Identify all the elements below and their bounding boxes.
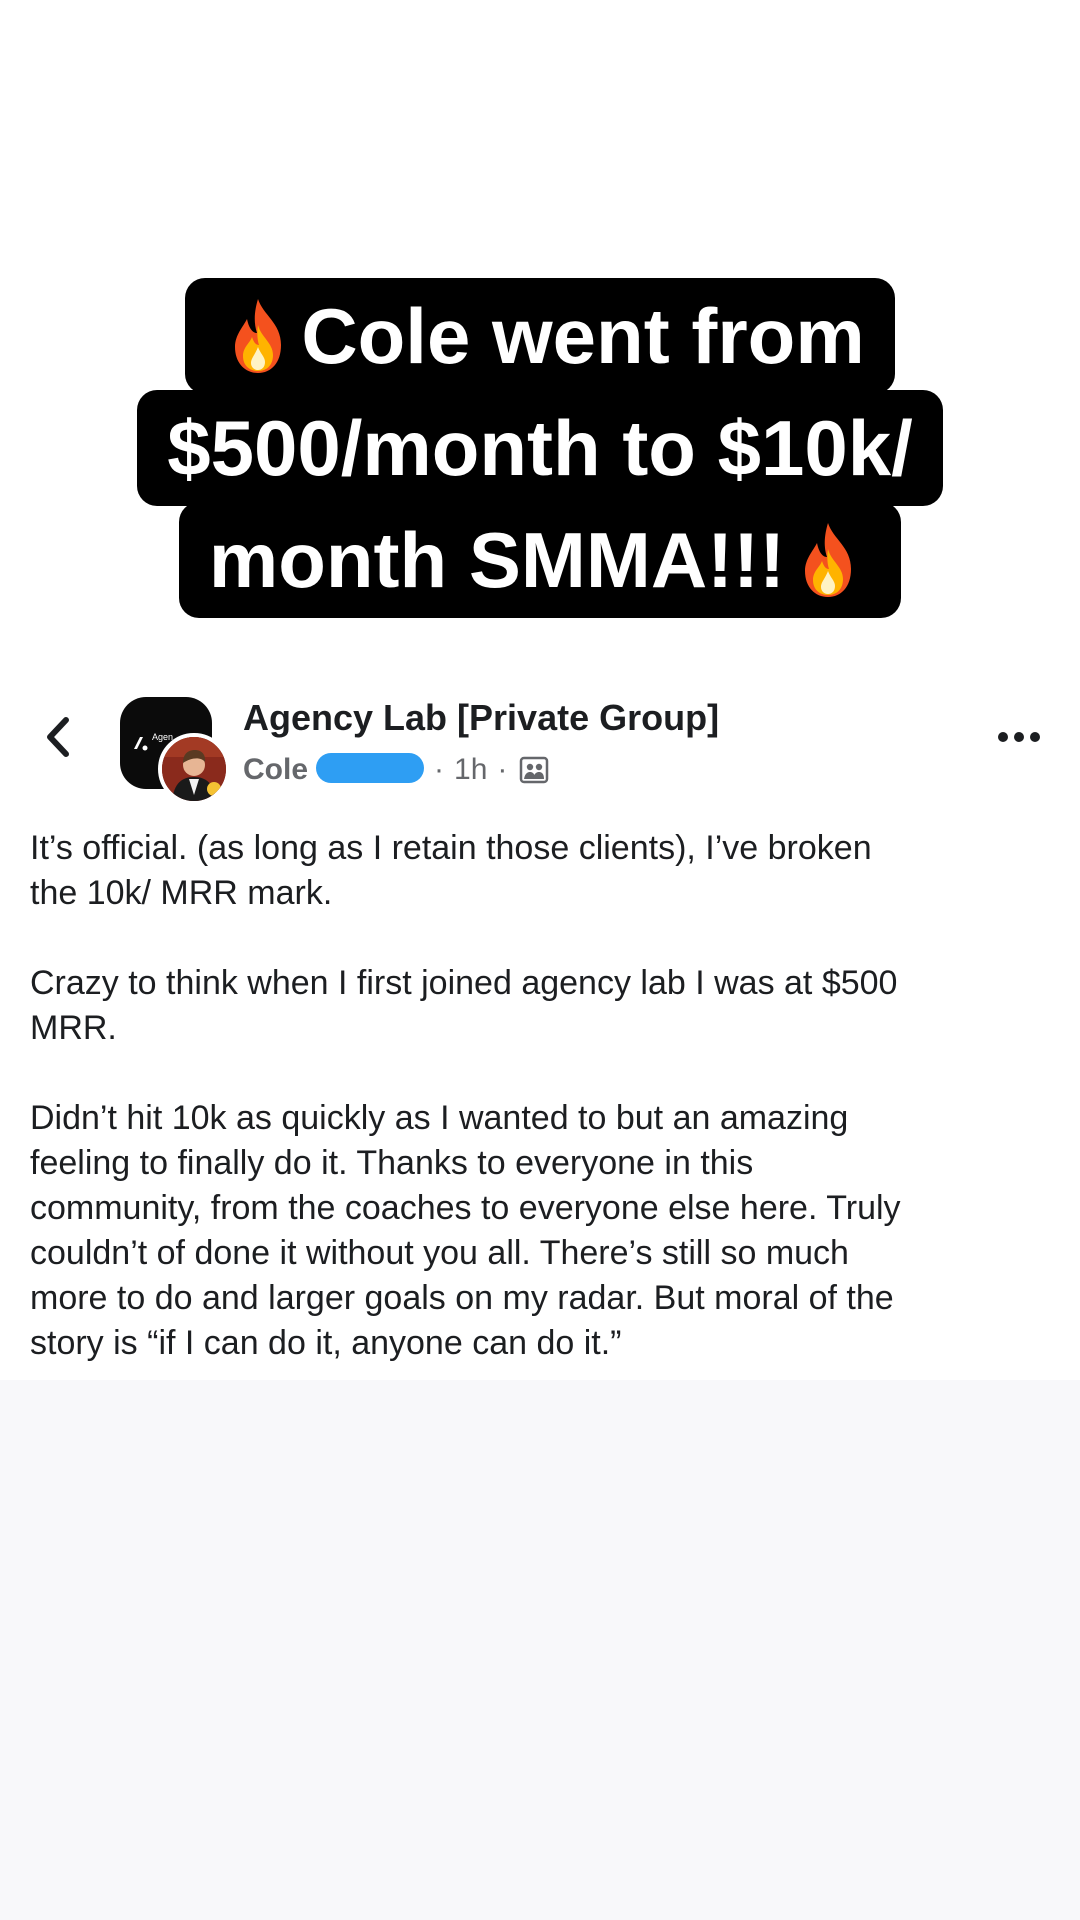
meta-separator-2: · (497, 753, 508, 786)
profile-photo-icon (162, 737, 226, 801)
post-body: It’s official. (as long as I retain thos… (30, 826, 1040, 1411)
caption-line-2: $500/month to $10k/ (137, 390, 943, 506)
author-avatar[interactable] (158, 733, 230, 805)
chevron-left-icon (47, 717, 69, 757)
caption-line-3: month SMMA!!! (178, 502, 902, 618)
author-name[interactable]: Cole (243, 753, 308, 787)
redaction-mark (316, 753, 425, 783)
more-horizontal-icon (998, 732, 1040, 742)
more-options-button[interactable] (996, 722, 1042, 752)
post-paragraph-2: Crazy to think when I first joined agenc… (30, 964, 898, 1047)
post-paragraph-1: It’s official. (as long as I retain thos… (30, 829, 872, 912)
fire-emoji-icon (235, 299, 282, 374)
meta-separator: · (434, 753, 445, 786)
caption-line-1: Cole went from (185, 278, 895, 394)
group-name[interactable]: Agency Lab [Private Group] (243, 696, 719, 740)
group-logo-icon (134, 737, 148, 751)
post-meta: Cole · 1h · (243, 748, 549, 792)
fire-emoji-icon (805, 523, 852, 598)
story-caption: Cole went from $500/month to $10k/ month… (60, 278, 1020, 618)
post-paragraph-3: Didn’t hit 10k as quickly as I wanted to… (30, 1099, 901, 1362)
group-audience-icon (520, 756, 549, 784)
back-button[interactable] (40, 712, 80, 762)
page-background (0, 1380, 1080, 1920)
post-time[interactable]: 1h (454, 753, 487, 787)
